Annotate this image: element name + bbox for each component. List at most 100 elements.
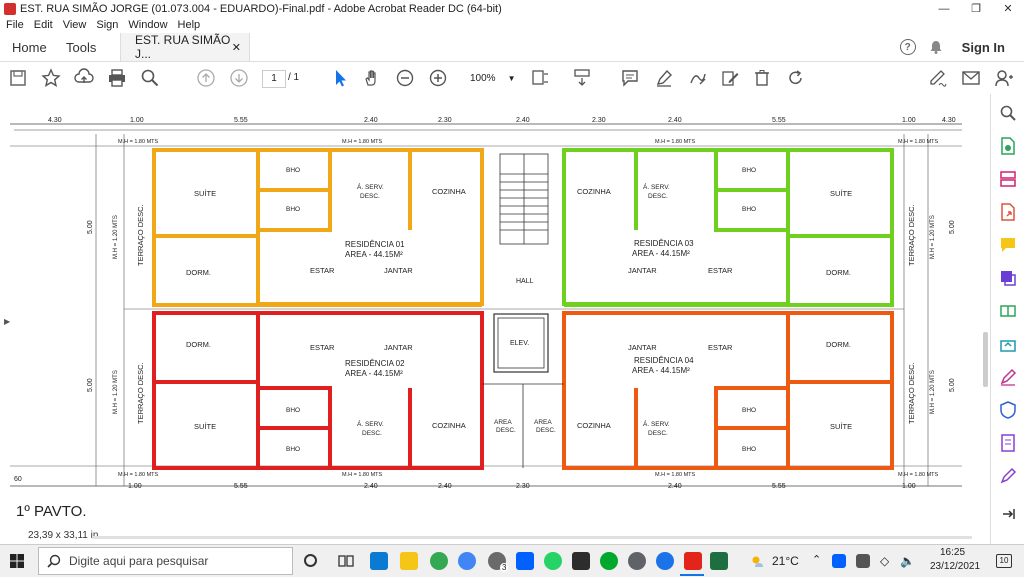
acrobat-icon [4,2,16,15]
edit-icon[interactable] [720,68,740,88]
tray-app-icon[interactable] [856,554,870,568]
comment-icon[interactable] [620,68,640,88]
rotate-icon[interactable] [786,68,806,88]
send-track-icon[interactable] [999,335,1017,353]
create-pdf-icon[interactable] [999,137,1017,155]
tray-dropbox-icon[interactable] [832,554,846,568]
window-controls: — ❐ ✕ [928,0,1024,17]
page-down-icon[interactable] [229,68,249,88]
star-icon[interactable] [41,68,61,88]
mh-bottom-2: M.H = 1.80 MTS [342,472,383,478]
r4-jantar: JANTAR [628,343,657,352]
residence-04 [562,311,894,470]
add-user-icon[interactable] [994,68,1014,88]
close-tab-icon[interactable]: ✕ [232,41,241,54]
dim-bottom-7: 5.55 [772,483,786,490]
export-pdf-icon[interactable] [999,203,1017,221]
browser-icon[interactable] [656,552,674,570]
weather-icon[interactable] [750,553,766,569]
close-window-button[interactable]: ✕ [992,0,1024,17]
cortana-icon[interactable] [304,554,317,567]
tab-home[interactable]: Home [12,33,47,61]
collapse-panel-icon[interactable] [999,505,1017,523]
r3-name: RESIDÊNCIA 03 [634,239,694,248]
volume-icon[interactable]: 🔈 [900,554,915,568]
residence-02 [152,311,484,470]
whatsapp-icon[interactable] [544,552,562,570]
zoom-select[interactable]: 100% ▼ [462,69,518,87]
comment-tool-icon[interactable] [999,236,1017,254]
forms-icon[interactable] [999,434,1017,452]
dim-bottom-3: 2.40 [364,483,378,490]
select-cursor-icon[interactable] [330,68,350,88]
chrome-profile-icon[interactable] [458,552,476,570]
zoom-search-icon[interactable] [999,104,1017,122]
draw-tool-icon[interactable] [999,467,1017,485]
r3-suite: SUÍTE [830,189,852,198]
dim-top-10: 1.00 [902,117,916,124]
fit-page-icon[interactable] [530,68,550,88]
acrobat-taskbar-icon[interactable] [684,552,702,570]
highlight-icon[interactable] [654,68,674,88]
search-glass-icon [47,554,61,568]
menu-view[interactable]: View [63,19,87,31]
windows-start-icon[interactable] [10,554,24,568]
organize-pages-icon[interactable] [999,170,1017,188]
hand-tool-icon[interactable] [362,68,382,88]
widget-app-icon[interactable] [370,552,388,570]
taskbar-search-input[interactable]: Digite aqui para pesquisar [38,547,293,575]
zoom-in-icon[interactable] [428,68,448,88]
r1-suite: SUÍTE [194,189,216,198]
help-icon[interactable]: ? [899,39,916,55]
document-viewport[interactable]: 4.30 1.00 5.55 2.40 2.30 2.40 2.30 2.40 … [0,94,990,529]
sign-in-button[interactable]: Sign In [962,40,1005,55]
horizontal-scrollbar[interactable] [92,536,972,539]
chrome-icon[interactable] [430,552,448,570]
task-view-icon[interactable] [338,553,354,569]
network-icon[interactable]: ◇ [880,554,889,568]
file-explorer-icon[interactable] [400,552,418,570]
scroll-mode-icon[interactable] [572,68,592,88]
sign-pen-icon[interactable] [928,68,948,88]
dim-top-9: 5.55 [772,117,786,124]
email-icon[interactable] [961,68,981,88]
protect-icon[interactable] [999,401,1017,419]
r3-area: AREA - 44.15M² [632,249,690,258]
tab-tools[interactable]: Tools [66,33,96,61]
page-number-input[interactable]: 1 [262,70,286,88]
save-icon[interactable] [8,68,28,88]
vertical-scrollbar[interactable] [983,332,988,387]
menu-edit[interactable]: Edit [34,19,53,31]
fill-sign-icon[interactable] [999,368,1017,386]
print-icon[interactable] [107,68,127,88]
excel-icon[interactable] [710,552,728,570]
menu-sign[interactable]: Sign [96,19,118,31]
bell-icon[interactable] [928,39,944,55]
menu-window[interactable]: Window [128,19,167,31]
evernote-icon[interactable] [600,552,618,570]
zoom-out-icon[interactable] [395,68,415,88]
sketchup-icon[interactable] [572,552,590,570]
tab-bar-right: ? Sign In [899,33,1024,61]
tray-chevron-up-icon[interactable]: ⌃ [812,553,821,566]
left-panel-arrow-icon[interactable]: ▶ [4,317,10,326]
combine-files-icon[interactable] [999,269,1017,287]
dropbox-icon[interactable] [516,552,534,570]
restore-button[interactable]: ❐ [960,0,992,17]
trash-icon[interactable] [752,68,772,88]
page-up-icon[interactable] [196,68,216,88]
terraco-1: TERRAÇO DESC. [136,204,145,266]
search-icon[interactable] [140,68,160,88]
minimize-button[interactable]: — [928,0,960,17]
tab-document[interactable]: EST. RUA SIMÃO J... ✕ [120,33,250,61]
draw-icon[interactable] [688,68,708,88]
dim-top-4: 2.40 [364,117,378,124]
menu-help[interactable]: Help [178,19,201,31]
menu-file[interactable]: File [6,19,24,31]
clock-time[interactable]: 16:25 [940,547,965,558]
scan-icon[interactable] [999,302,1017,320]
chrome-app-icon[interactable] [628,552,646,570]
notification-center-icon[interactable]: 10 [996,554,1012,568]
upload-icon[interactable] [74,68,94,88]
clock-date[interactable]: 23/12/2021 [930,561,980,572]
